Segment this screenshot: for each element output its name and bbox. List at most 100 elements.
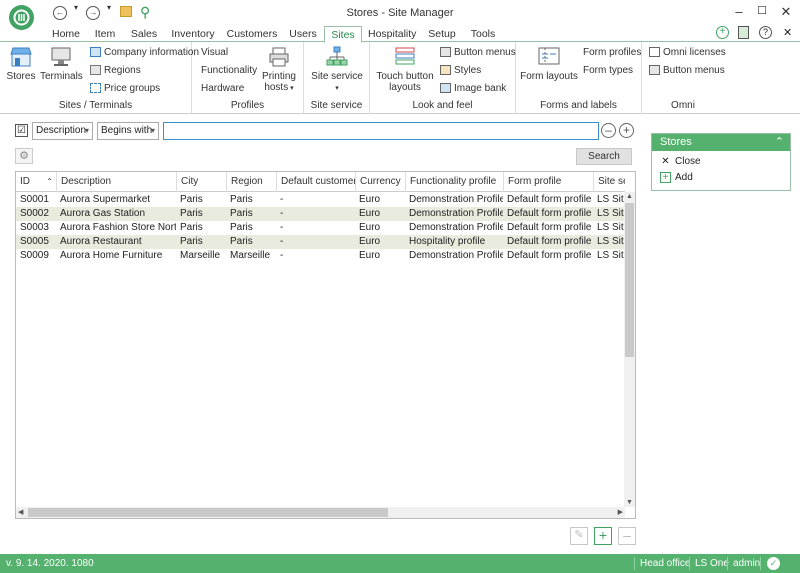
chevron-down-icon: ▾ [335,85,339,92]
vertical-scrollbar[interactable]: ▲ ▼ [624,192,635,507]
button-menus-icon [440,47,451,58]
maximize-button[interactable]: ☐ [754,4,770,17]
column-header-id[interactable]: ID ⌃ [16,172,56,192]
printing-hosts-button[interactable]: Printing hosts ▾ [258,46,300,94]
cell-description: Aurora Restaurant [60,236,142,247]
field-dropdown-value: Description [36,125,87,136]
tab-sales[interactable]: Sales [128,26,160,42]
remove-icon[interactable]: – [618,527,636,545]
cell-default-customer: - [280,222,284,233]
collapse-icon[interactable]: ⌃ [775,134,784,151]
image-bank-button[interactable]: Image bank [440,83,506,94]
horizontal-scrollbar[interactable]: ◀ ▶ [16,507,625,518]
functionality-button[interactable]: Functionality [201,65,257,76]
regions-button[interactable]: Regions [90,65,141,76]
close-button[interactable]: ✕ [778,4,794,20]
tab-sites[interactable]: Sites [324,26,362,43]
scroll-left-icon[interactable]: ◀ [18,508,23,516]
edit-icon[interactable]: ✎ [570,527,588,545]
column-header-currency[interactable]: Currency [355,172,405,192]
form-profiles-button[interactable]: Form profiles [583,47,641,58]
building-icon [90,47,101,58]
cell-functionality-profile: Demonstration Profile [409,194,503,205]
close-tab-icon[interactable]: ✕ [783,26,792,39]
tab-item[interactable]: Item [90,26,120,42]
cell-site-service: LS Site [597,250,625,261]
cell-form-profile: Default form profile [507,194,592,205]
cell-region: Paris [230,208,253,219]
search-button[interactable]: Search [576,148,632,165]
form-layouts-button[interactable]: Form layouts [520,46,578,82]
column-header-description[interactable]: Description [56,172,176,192]
hardware-button[interactable]: Hardware [201,83,244,94]
styles-icon [440,65,451,76]
operator-dropdown[interactable]: Begins with ▾ [97,122,159,140]
cell-default-customer: - [280,250,284,261]
chevron-down-icon: ▾ [288,85,294,92]
price-groups-button[interactable]: Price groups [90,83,160,94]
touch-button-layouts-button[interactable]: Touch button layouts [374,46,436,93]
close-action[interactable]: ✕ Close [660,156,700,168]
column-header-functionality-profile[interactable]: Functionality profile [405,172,503,192]
cell-default-customer: - [280,208,284,219]
add-action[interactable]: + Add [660,172,693,184]
group-label-omni: Omni [671,100,695,111]
button-menus-label: Button menus [454,47,516,58]
scroll-up-icon[interactable]: ▲ [626,193,633,200]
product-text: LS One [695,558,729,569]
horizontal-scroll-thumb[interactable] [28,508,388,517]
touch-layouts-label-2: layouts [389,82,421,93]
gear-icon[interactable]: ⚙ [15,148,33,164]
stores-button[interactable]: Stores [6,46,36,82]
table-row[interactable]: S0001 Aurora Supermarket Paris Paris - Euro De… [16,193,625,207]
side-panel-header[interactable]: Stores ⌃ [652,134,790,151]
table-row[interactable]: S0009 Aurora Home Furniture Marseille Marse… [16,249,625,263]
column-header-city[interactable]: City [176,172,226,192]
tab-customers[interactable]: Customers [226,26,278,42]
document-icon[interactable] [738,26,749,39]
help-icon[interactable]: ? [759,26,772,39]
cell-functionality-profile: Demonstration Profile [409,208,503,219]
omni-button-menus-button[interactable]: Button menus [649,65,725,76]
site-service-button[interactable]: Site service ▾ [310,46,364,94]
cell-city: Paris [180,194,203,205]
close-icon: ✕ [661,156,670,167]
column-header-form-profile[interactable]: Form profile [503,172,593,192]
table-row[interactable]: S0003 Aurora Fashion Store North Paris Pari… [16,221,625,235]
tab-home[interactable]: Home [50,26,82,42]
site-service-label: Site service [311,71,363,82]
tab-setup[interactable]: Setup [426,26,458,42]
printer-icon [269,47,289,67]
cell-id: S0009 [20,250,49,261]
styles-button[interactable]: Styles [440,65,481,76]
cell-functionality-profile: Demonstration Profile [409,222,503,233]
tab-tools[interactable]: Tools [468,26,498,42]
add-icon[interactable]: + [594,527,612,545]
terminals-button[interactable]: Terminals [40,46,83,82]
scroll-down-icon[interactable]: ▼ [626,499,633,506]
minimize-button[interactable]: – [731,4,747,19]
table-row[interactable]: S0002 Aurora Gas Station Paris Paris - Euro De… [16,207,625,221]
tab-users[interactable]: Users [286,26,320,42]
form-types-button[interactable]: Form types [583,65,633,76]
field-dropdown[interactable]: Description ▾ [32,122,93,140]
omni-licenses-button[interactable]: Omni licenses [649,47,726,58]
add-circle-icon[interactable]: + [716,26,729,39]
column-header-default-customer[interactable]: Default customer [276,172,355,192]
visual-button[interactable]: Visual [201,47,228,58]
cell-currency: Euro [359,208,381,219]
tab-hospitality[interactable]: Hospitality [368,26,416,42]
vertical-scroll-thumb[interactable] [625,203,634,357]
column-header-site-service[interactable]: Site servic [593,172,625,192]
filter-input[interactable] [163,122,599,140]
remove-filter-icon[interactable]: – [601,123,616,138]
company-information-button[interactable]: Company information [90,47,199,58]
column-header-region[interactable]: Region [226,172,276,192]
add-filter-icon[interactable]: + [619,123,634,138]
button-menus-button[interactable]: Button menus [440,47,516,58]
scroll-right-icon[interactable]: ▶ [618,508,623,516]
filter-checkbox[interactable]: ☑ [15,124,28,137]
tab-inventory[interactable]: Inventory [170,26,216,42]
table-row[interactable]: S0005 Aurora Restaurant Paris Paris - Euro Hos… [16,235,625,249]
ribbon-group-sites-terminals: Stores Terminals Company information Reg… [0,42,199,114]
